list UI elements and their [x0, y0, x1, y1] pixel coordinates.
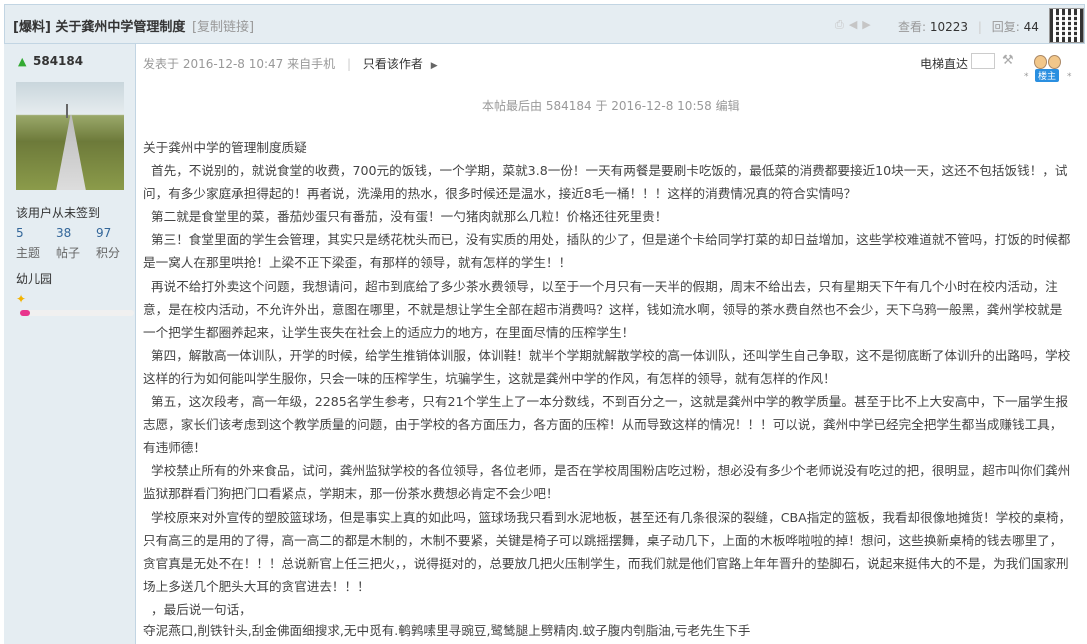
star-icon: ✦ [16, 292, 27, 306]
edit-notice: 本帖最后由 584184 于 2016-12-8 10:58 编辑 [482, 99, 740, 113]
user-level[interactable]: 幼儿园 [16, 270, 52, 287]
stat-points-label: 积分 [96, 246, 121, 260]
author-only-link[interactable]: 只看该作者 [363, 57, 423, 71]
stat-threads-num[interactable]: 5 [16, 226, 56, 240]
print-icon[interactable]: ⎙ [835, 18, 844, 32]
decor-dot-left: * [1024, 72, 1029, 82]
replies-label: 回复: [991, 20, 1020, 34]
stats-divider: | [977, 20, 982, 34]
avatar-road [56, 115, 86, 190]
stat-threads[interactable]: 5 主题 [16, 226, 56, 261]
online-user-icon: ▲ [18, 55, 27, 68]
thread-stats: 查看: 10223 | 回复: 44 [898, 18, 1039, 35]
post-meta: 发表于 2016-12-8 10:47 来自手机 | 只看该作者 ▶ [143, 55, 438, 72]
stat-points[interactable]: 97 积分 [96, 226, 136, 261]
user-stats: 5 主题 38 帖子 97 积分 [16, 226, 136, 261]
author-name-text[interactable]: 584184 [33, 54, 83, 68]
avatar[interactable] [16, 82, 124, 190]
stat-threads-label: 主题 [16, 246, 41, 260]
level-progress-bar [20, 310, 134, 316]
stat-posts[interactable]: 38 帖子 [56, 226, 96, 261]
header-icons: ⎙ ◀ ▶ [835, 18, 871, 32]
wrench-icon[interactable]: ⚒ [1002, 53, 1014, 68]
copy-link[interactable]: [复制链接] [192, 20, 254, 35]
views-count: 10223 [929, 20, 969, 34]
decor-dot-right: * [1067, 72, 1072, 82]
meta-divider: | [346, 57, 352, 71]
post-published: 发表于 2016-12-8 10:47 来自手机 [143, 57, 336, 71]
views-label: 查看: [898, 20, 927, 34]
louzhu-badge: 楼主 [1035, 69, 1060, 82]
stat-posts-num[interactable]: 38 [56, 226, 96, 240]
qr-code-icon[interactable] [1049, 8, 1084, 43]
thread-title: [爆料] 关于龚州中学管理制度 [复制链接] [13, 16, 254, 35]
stat-points-num[interactable]: 97 [96, 226, 136, 240]
author-name[interactable]: ▲ 584184 [18, 54, 83, 68]
level-progress-fill [20, 310, 31, 316]
thread-title-text: 关于龚州中学管理制度 [55, 20, 186, 35]
avatar-pole [66, 104, 68, 118]
replies-count: 44 [1023, 20, 1039, 34]
post-body: 关于龚州中学的管理制度质疑 首先，不说别的，就说食堂的收费，700元的饭钱，一个… [143, 140, 1072, 617]
signin-status: 该用户从未签到 [16, 206, 101, 220]
elevator-input[interactable] [971, 53, 995, 69]
stat-posts-label: 帖子 [56, 246, 81, 260]
louzhu-icon: 楼主 [1031, 55, 1067, 82]
louzhu-face-left [1034, 55, 1047, 69]
thread-category[interactable]: [爆料] [13, 20, 51, 35]
prev-thread-icon[interactable]: ◀ [849, 18, 857, 32]
louzhu-face-right [1048, 55, 1061, 69]
post-signature: 夺泥燕口,削铁针头,刮金佛面细搜求,无中觅有.鹌鹑嗉里寻豌豆,鹭鸶腿上劈精肉.蚊… [143, 623, 751, 638]
elevator-label: 电梯直达 [920, 57, 969, 71]
thread-header: [爆料] 关于龚州中学管理制度 [复制链接] ⎙ ◀ ▶ 查看: 10223 |… [4, 4, 1085, 44]
next-thread-icon[interactable]: ▶ [862, 18, 870, 32]
chevron-right-icon: ▶ [430, 61, 438, 71]
author-sidebar: ▲ 584184 该用户从未签到 5 主题 38 帖子 97 积分 幼儿园 ✦ [4, 44, 136, 644]
